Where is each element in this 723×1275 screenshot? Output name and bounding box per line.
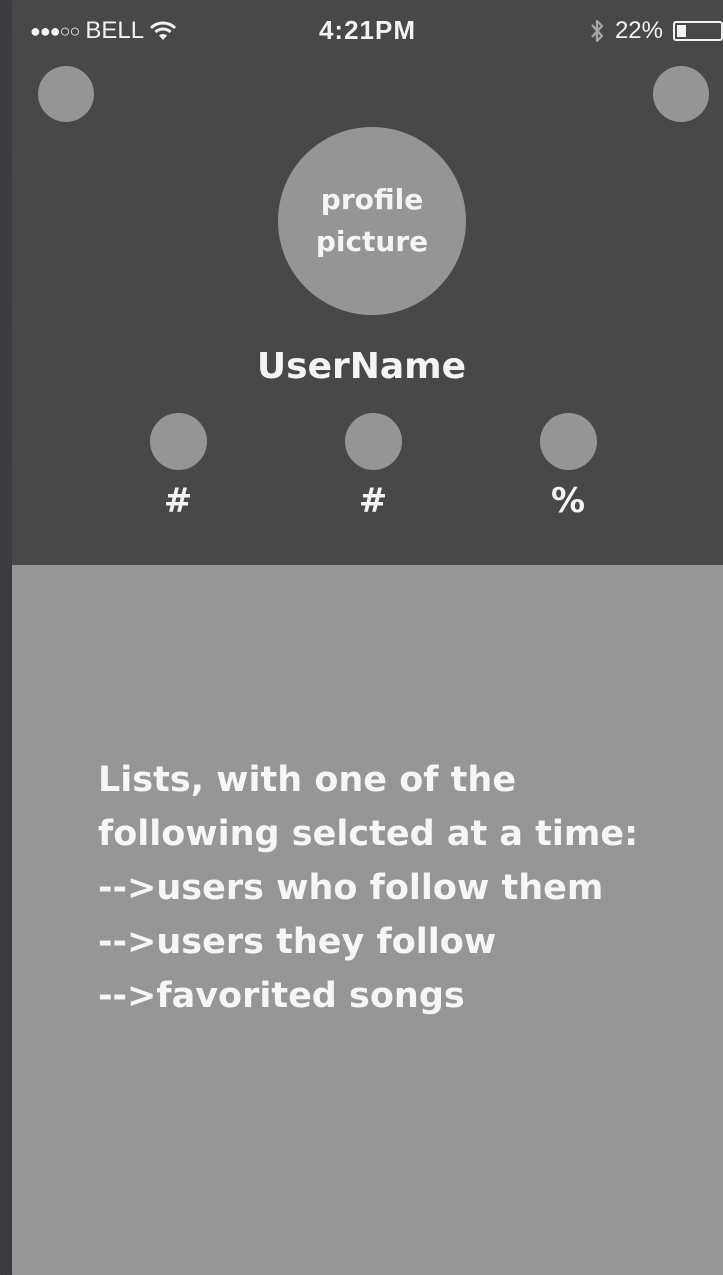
username: UserName xyxy=(256,346,467,387)
profile-picture[interactable]: profile picture xyxy=(278,127,466,315)
profile-header: ●●●○○ BELL 4:21PM 22% profile picture Us… xyxy=(12,0,723,565)
list-description-line: -->favorited songs xyxy=(98,976,465,1016)
profile-picture-label: profile picture xyxy=(315,183,429,258)
bluetooth-icon xyxy=(591,19,604,43)
stat-following[interactable]: # xyxy=(323,413,423,523)
stat-percentage-icon xyxy=(539,413,597,470)
list-description-line: following selcted at a time: xyxy=(98,814,639,854)
stat-followers[interactable]: # xyxy=(128,413,228,523)
stat-following-value: # xyxy=(358,481,388,521)
stat-following-icon xyxy=(344,413,402,470)
left-header-button[interactable] xyxy=(38,66,94,122)
list-description-line: -->users they follow xyxy=(98,922,497,962)
list-description: Lists, with one of the following selcted… xyxy=(98,753,698,1023)
list-description-line: -->users who follow them xyxy=(98,868,604,908)
battery-level-fill xyxy=(677,25,686,37)
stat-percentage[interactable]: % xyxy=(518,413,618,523)
stat-followers-value: # xyxy=(163,481,193,521)
status-right: 22% xyxy=(589,16,723,46)
battery-percent: 22% xyxy=(614,17,663,44)
status-bar: ●●●○○ BELL 4:21PM 22% xyxy=(12,0,723,62)
list-content-area[interactable]: Lists, with one of the following selcted… xyxy=(12,565,723,1275)
stat-followers-icon xyxy=(149,413,207,470)
phone-screen: ●●●○○ BELL 4:21PM 22% profile picture Us… xyxy=(12,0,723,1275)
list-description-line: Lists, with one of the xyxy=(98,760,517,800)
stat-percentage-value: % xyxy=(550,481,586,521)
right-header-button[interactable] xyxy=(653,66,709,122)
battery-icon xyxy=(673,21,723,41)
